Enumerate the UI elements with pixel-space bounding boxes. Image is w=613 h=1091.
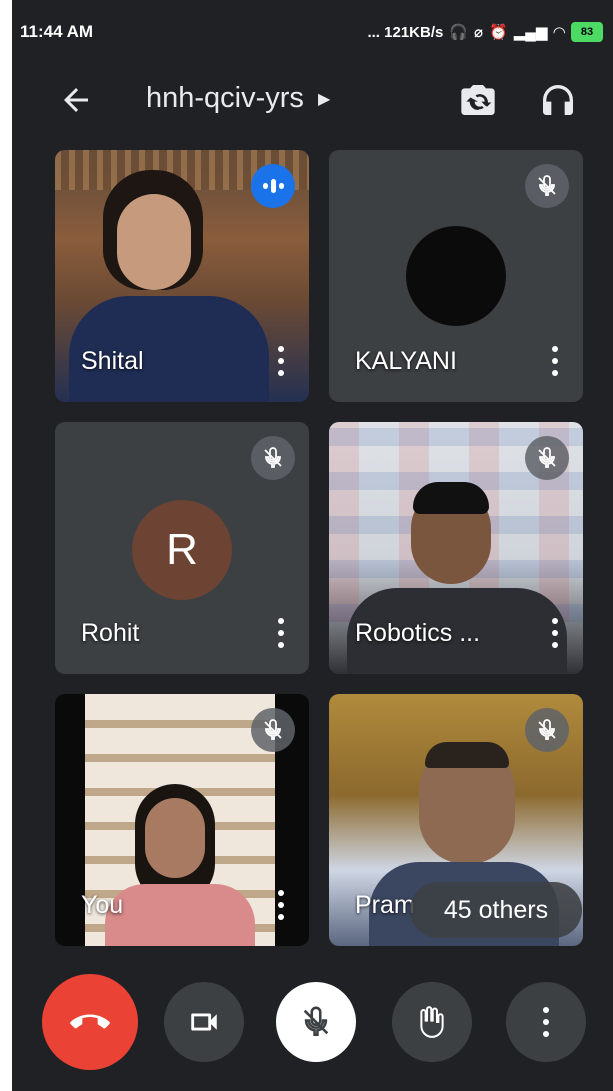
tile-more-icon[interactable] — [275, 890, 287, 920]
mute-status-icon: ⌀ — [474, 24, 484, 41]
participant-hair — [425, 742, 509, 768]
end-call-button[interactable] — [42, 974, 138, 1070]
participant-name: Pram — [355, 891, 415, 919]
speaking-indicator-icon — [251, 164, 295, 208]
caret-right-icon: ▶ — [317, 90, 331, 108]
mic-toggle-button[interactable] — [276, 982, 356, 1062]
participant-tile[interactable]: KALYANI — [329, 150, 583, 402]
tile-more-icon[interactable] — [549, 618, 561, 648]
status-bar: 11:44 AM ... 121KB/s 🎧 ⌀ ⏰ ▂▄▆ ◠ 83 — [12, 0, 613, 64]
status-icons: ... 121KB/s 🎧 ⌀ ⏰ ▂▄▆ ◠ 83 — [367, 22, 603, 42]
meet-call-screen: 11:44 AM ... 121KB/s 🎧 ⌀ ⏰ ▂▄▆ ◠ 83 hnh-… — [12, 0, 613, 1091]
camera-toggle-button[interactable] — [164, 982, 244, 1062]
mic-off-icon — [303, 1006, 329, 1037]
mic-off-icon — [525, 164, 569, 208]
participant-tile[interactable]: R Rohit — [55, 422, 309, 674]
call-controls — [12, 960, 613, 1091]
participant-name: Shital — [81, 347, 144, 375]
tile-more-icon[interactable] — [549, 346, 561, 376]
wifi-icon: ◠ — [553, 24, 565, 41]
network-speed: ... 121KB/s — [367, 23, 444, 41]
participant-face — [117, 194, 191, 290]
raise-hand-icon — [420, 1006, 444, 1038]
meeting-header: hnh-qciv-yrs ▶ — [12, 68, 613, 132]
meeting-title[interactable]: hnh-qciv-yrs ▶ — [146, 82, 330, 115]
meeting-code: hnh-qciv-yrs — [146, 82, 304, 114]
tile-more-icon[interactable] — [275, 346, 287, 376]
headphones-icon[interactable] — [538, 80, 578, 120]
participant-hair — [413, 482, 489, 514]
alarm-icon: ⏰ — [489, 24, 508, 41]
more-options-icon — [540, 1007, 552, 1037]
mic-off-icon — [525, 708, 569, 752]
participant-name: You — [81, 891, 124, 919]
participant-name: Robotics ... — [355, 619, 481, 647]
back-arrow-icon[interactable] — [58, 82, 94, 118]
camera-icon — [191, 1013, 217, 1031]
battery-icon: 83 — [571, 22, 603, 42]
participant-tile[interactable]: Shital — [55, 150, 309, 402]
avatar: R — [132, 500, 232, 600]
tile-more-icon[interactable] — [275, 618, 287, 648]
participant-name: KALYANI — [355, 347, 457, 375]
participant-face — [145, 798, 205, 878]
mic-off-icon — [251, 708, 295, 752]
mic-off-icon — [525, 436, 569, 480]
mic-off-icon — [251, 436, 295, 480]
raise-hand-button[interactable] — [392, 982, 472, 1062]
participant-clothing — [105, 884, 255, 946]
avatar — [406, 226, 506, 326]
end-call-icon — [70, 1014, 110, 1029]
participant-tile[interactable]: Robotics ... — [329, 422, 583, 674]
participant-name: Rohit — [81, 619, 140, 647]
switch-camera-icon[interactable] — [458, 80, 498, 120]
more-options-button[interactable] — [506, 982, 586, 1062]
participant-tile[interactable]: You — [55, 694, 309, 946]
headset-status-icon: 🎧 — [449, 24, 469, 41]
others-count-pill[interactable]: 45 others — [410, 882, 582, 938]
status-time: 11:44 AM — [20, 22, 94, 41]
signal-icon: ▂▄▆ — [513, 24, 548, 41]
